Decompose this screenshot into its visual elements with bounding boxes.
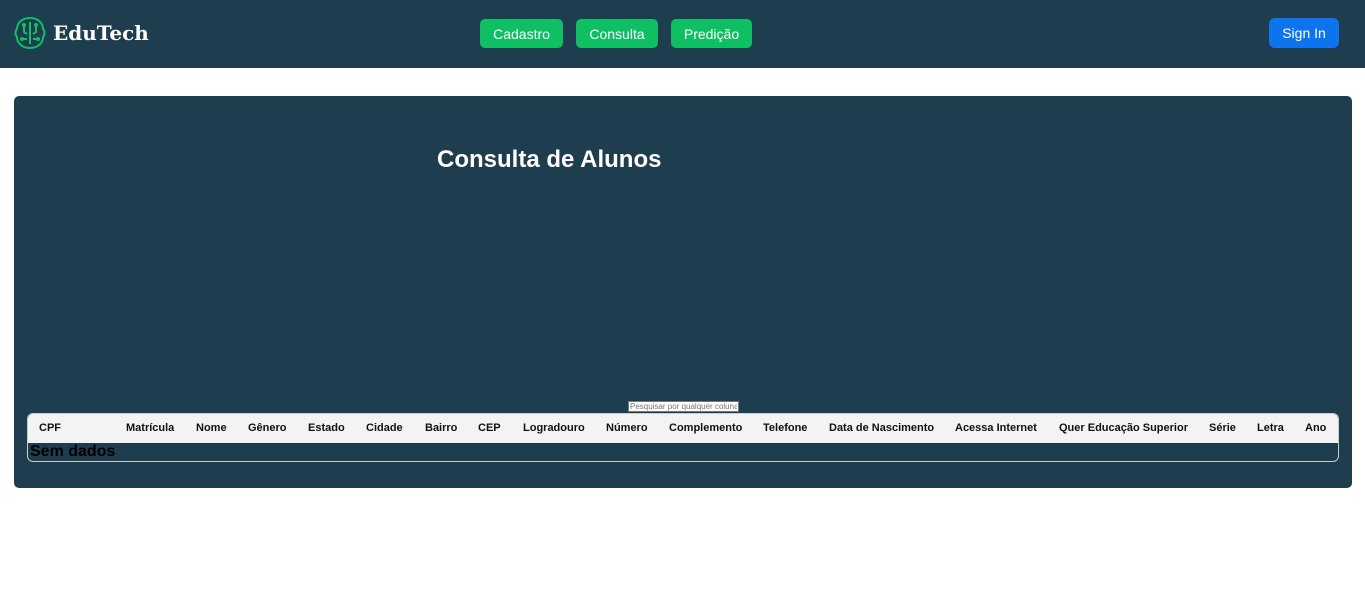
column-header-bairro[interactable]: Bairro	[425, 414, 457, 443]
column-header-cpf[interactable]: CPF	[39, 414, 61, 443]
table-header: CPF Matrícula Nome Gênero Estado Cidade …	[28, 414, 1338, 443]
nav-cadastro-button[interactable]: Cadastro	[480, 19, 563, 48]
consulta-panel: Consulta de Alunos CPF Matrícula Nome Gê…	[14, 96, 1352, 488]
column-header-logradouro[interactable]: Logradouro	[523, 414, 585, 443]
column-header-matricula[interactable]: Matrícula	[126, 414, 174, 443]
column-header-ano[interactable]: Ano	[1305, 414, 1326, 443]
nav-consulta-button[interactable]: Consulta	[576, 19, 658, 48]
column-header-telefone[interactable]: Telefone	[763, 414, 807, 443]
column-header-educacao-superior[interactable]: Quer Educação Superior	[1059, 414, 1188, 443]
navbar: EduTech Cadastro Consulta Predição Sign …	[0, 0, 1365, 68]
nav-predicao-button[interactable]: Predição	[671, 19, 752, 48]
column-header-genero[interactable]: Gênero	[248, 414, 287, 443]
column-header-cidade[interactable]: Cidade	[366, 414, 403, 443]
column-header-cep[interactable]: CEP	[478, 414, 501, 443]
empty-state-message: Sem dados	[30, 443, 116, 460]
page-title: Consulta de Alunos	[437, 146, 662, 173]
brand[interactable]: EduTech	[12, 15, 149, 51]
column-header-estado[interactable]: Estado	[308, 414, 345, 443]
brain-circuit-icon	[12, 15, 48, 51]
sign-in-button[interactable]: Sign In	[1269, 18, 1339, 48]
column-header-nome[interactable]: Nome	[196, 414, 227, 443]
column-header-serie[interactable]: Série	[1209, 414, 1236, 443]
column-header-data-nascimento[interactable]: Data de Nascimento	[829, 414, 934, 443]
search-input[interactable]	[628, 401, 739, 412]
column-header-numero[interactable]: Número	[606, 414, 648, 443]
column-header-letra[interactable]: Letra	[1257, 414, 1284, 443]
students-table: CPF Matrícula Nome Gênero Estado Cidade …	[27, 413, 1339, 462]
column-header-complemento[interactable]: Complemento	[669, 414, 742, 443]
column-header-acessa-internet[interactable]: Acessa Internet	[955, 414, 1037, 443]
brand-name: EduTech	[53, 21, 149, 45]
